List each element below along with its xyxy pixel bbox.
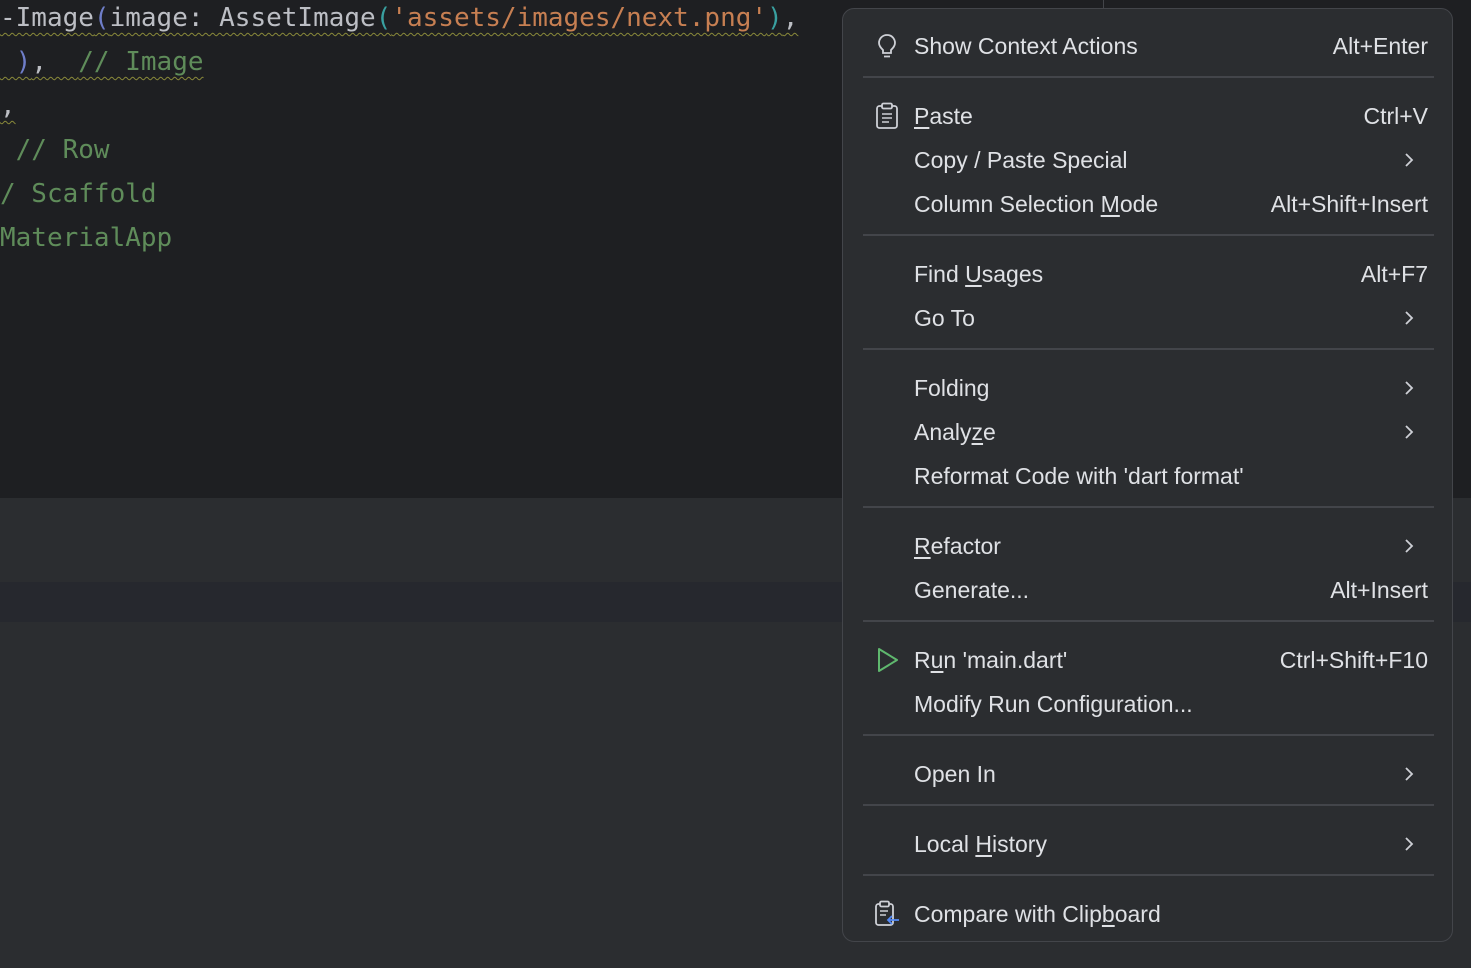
- chevron-right-icon: [1405, 311, 1414, 325]
- menu-item-shortcut: Ctrl+Shift+F10: [1279, 647, 1428, 673]
- code-line: ), // Image: [0, 40, 204, 84]
- menu-item-local-history[interactable]: Local History: [863, 822, 1435, 866]
- code-token: ): [0, 47, 32, 77]
- code-line: -Image(image: AssetImage('assets/images/…: [0, 0, 798, 40]
- menu-separator: [863, 348, 1434, 350]
- menu-item-label: Analyze: [914, 419, 996, 445]
- menu-separator: [863, 620, 1434, 622]
- lightbulb-icon: [878, 34, 896, 58]
- menu-item-label: Modify Run Configuration...: [914, 691, 1193, 717]
- menu-item-find-usages[interactable]: Find Usages Alt+F7: [863, 252, 1435, 296]
- menu-item-label: Copy / Paste Special: [914, 147, 1128, 173]
- code-line: // Row: [0, 128, 110, 172]
- menu-item-refactor[interactable]: Refactor: [863, 524, 1435, 568]
- code-token: -Image: [0, 3, 94, 33]
- menu-item-paste[interactable]: Paste Ctrl+V: [863, 94, 1435, 138]
- menu-separator: [863, 506, 1434, 508]
- menu-separator: [863, 874, 1434, 876]
- chevron-right-icon: [1405, 381, 1414, 395]
- code-token: ,: [0, 91, 16, 121]
- menu-item-label: Show Context Actions: [914, 33, 1138, 59]
- menu-item-reformat-code[interactable]: Reformat Code with 'dart format': [863, 454, 1435, 498]
- code-token: / Scaffold: [0, 179, 157, 209]
- menu-separator: [863, 234, 1434, 236]
- menu-item-label: Refactor: [914, 533, 1001, 559]
- menu-item-run-main[interactable]: Run 'main.dart' Ctrl+Shift+F10: [863, 638, 1435, 682]
- menu-item-label: Compare with Clipboard: [914, 901, 1161, 927]
- menu-item-compare-with-clipboard[interactable]: Compare with Clipboard: [863, 892, 1435, 936]
- code-token: ,: [31, 47, 79, 77]
- menu-item-label: Run 'main.dart': [914, 647, 1068, 673]
- code-line: MaterialApp: [0, 216, 172, 260]
- menu-separator: [863, 76, 1434, 78]
- code-token: 'assets/images/next.png': [391, 3, 768, 33]
- menu-item-shortcut: Alt+Insert: [1330, 577, 1428, 603]
- menu-item-shortcut: Ctrl+V: [1363, 103, 1428, 129]
- compare-clipboard-icon: [875, 900, 899, 926]
- menu-item-label: Open In: [914, 761, 996, 787]
- menu-separator: [863, 734, 1434, 736]
- chevron-right-icon: [1405, 425, 1414, 439]
- menu-item-label: Local History: [914, 831, 1047, 857]
- menu-item-shortcut: Alt+Enter: [1332, 33, 1428, 59]
- run-icon: [878, 648, 898, 672]
- code-token: ,: [782, 3, 799, 33]
- menu-item-label: Column Selection Mode: [914, 191, 1159, 217]
- menu-item-analyze[interactable]: Analyze: [863, 410, 1435, 454]
- chevron-right-icon: [1405, 539, 1414, 553]
- code-line: / Scaffold: [0, 172, 157, 216]
- code-line: ,: [0, 84, 16, 128]
- chevron-right-icon: [1405, 767, 1414, 781]
- menu-separator: [863, 804, 1434, 806]
- code-token: (: [93, 3, 110, 33]
- menu-item-shortcut: Alt+Shift+Insert: [1270, 191, 1428, 217]
- menu-item-label: Reformat Code with 'dart format': [914, 463, 1244, 489]
- code-token: MaterialApp: [0, 223, 173, 253]
- menu-item-open-in[interactable]: Open In: [863, 752, 1435, 796]
- code-token: (: [375, 3, 392, 33]
- menu-item-modify-run-configuration[interactable]: Modify Run Configuration...: [863, 682, 1435, 726]
- context-menu: Show Context Actions Alt+Enter Paste Ctr…: [842, 8, 1453, 942]
- clipboard-icon: [876, 102, 898, 129]
- menu-item-show-context-actions[interactable]: Show Context Actions Alt+Enter: [863, 24, 1435, 68]
- chevron-right-icon: [1405, 153, 1414, 167]
- code-token: // Image: [78, 47, 204, 77]
- menu-item-label: Go To: [914, 305, 975, 331]
- menu-item-column-selection-mode[interactable]: Column Selection Mode Alt+Shift+Insert: [863, 182, 1435, 226]
- menu-item-shortcut: Alt+F7: [1360, 261, 1428, 287]
- menu-item-label: Find Usages: [914, 261, 1044, 287]
- code-token: // Row: [0, 135, 110, 165]
- menu-item-generate[interactable]: Generate... Alt+Insert: [863, 568, 1435, 612]
- chevron-right-icon: [1405, 837, 1414, 851]
- menu-item-go-to[interactable]: Go To: [863, 296, 1435, 340]
- menu-item-label: Generate...: [914, 577, 1030, 603]
- menu-item-label: Folding: [914, 375, 990, 401]
- menu-item-copy-paste-special[interactable]: Copy / Paste Special: [863, 138, 1435, 182]
- menu-item-label: Paste: [914, 103, 973, 129]
- menu-item-folding[interactable]: Folding: [863, 366, 1435, 410]
- code-token: image: AssetImage: [109, 3, 376, 33]
- code-token: ): [767, 3, 783, 33]
